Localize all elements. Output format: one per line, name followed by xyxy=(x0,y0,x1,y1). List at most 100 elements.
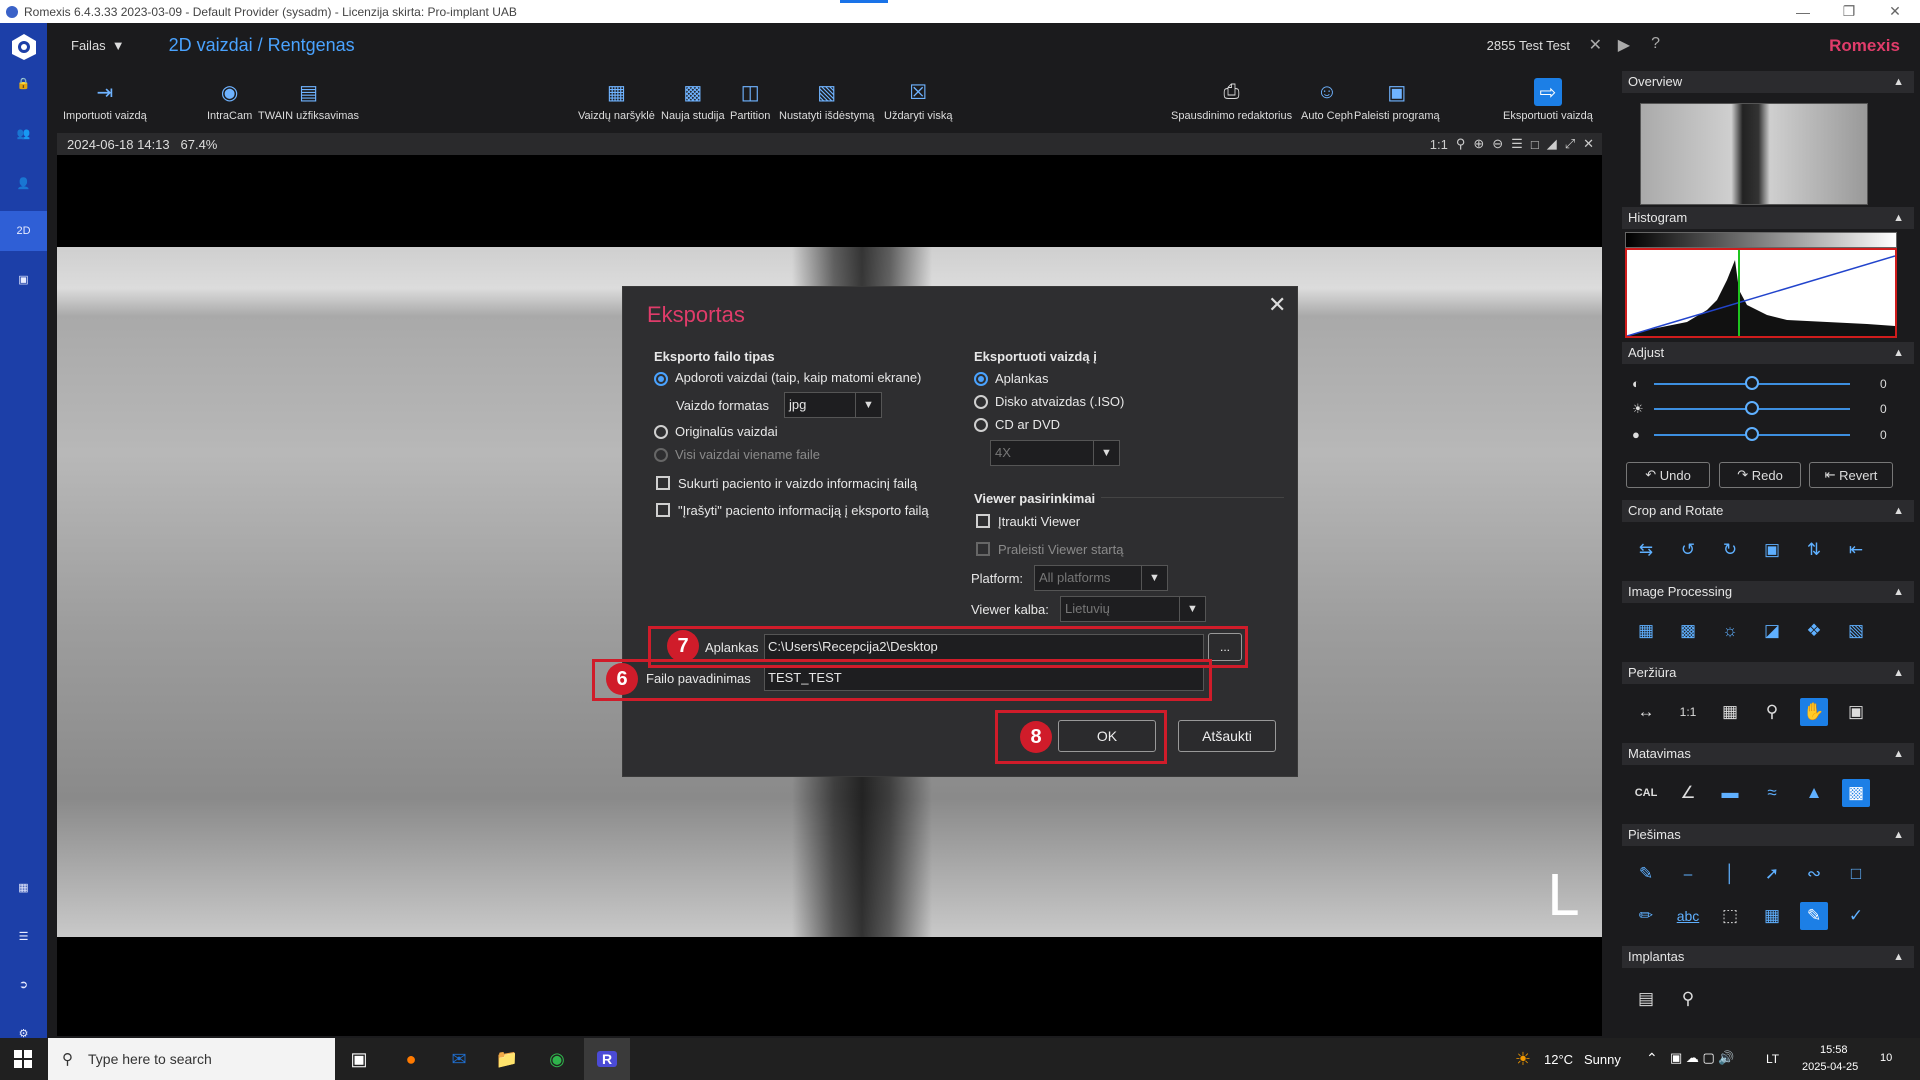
notification-badge[interactable]: 10 xyxy=(1880,1052,1892,1064)
disk-image-radio[interactable] xyxy=(974,395,988,409)
platform-select[interactable]: All platforms ▼ xyxy=(1034,565,1168,591)
invert-icon[interactable]: ◪ xyxy=(1758,617,1786,645)
close-patient-icon[interactable]: ✕ xyxy=(1589,35,1602,55)
write-patient-info-checkbox[interactable] xyxy=(656,503,670,517)
zoom-fit-icon[interactable]: ⚲ xyxy=(1456,136,1466,152)
cancel-button[interactable]: Atšaukti xyxy=(1178,720,1276,752)
close-window-icon[interactable]: ✕ xyxy=(1872,0,1918,23)
weather-icon[interactable]: ☀ xyxy=(1500,1038,1546,1080)
intracam-button[interactable]: ◉ IntraCam xyxy=(207,70,252,128)
move-selection-icon[interactable]: ▦ xyxy=(1758,902,1786,930)
revert-button[interactable]: ⇤ Revert xyxy=(1809,462,1893,488)
text-tool-button[interactable]: abc xyxy=(1674,902,1702,930)
outlook-icon[interactable]: ✉ xyxy=(436,1038,482,1080)
rectangle-icon[interactable]: □ xyxy=(1842,860,1870,888)
arrow-line-icon[interactable]: ➚ xyxy=(1758,860,1786,888)
minimize-icon[interactable]: — xyxy=(1780,0,1826,23)
tray-icons[interactable]: ▣ ☁ ▢ 🔊 xyxy=(1670,1050,1735,1066)
tray-chevron-icon[interactable]: ⌃ xyxy=(1646,1050,1658,1067)
section-overview[interactable]: Overview ▲ xyxy=(1622,71,1914,93)
highlight-icon[interactable]: ✓ xyxy=(1842,902,1870,930)
pseudo-color-icon[interactable]: ❖ xyxy=(1800,617,1828,645)
partition-button[interactable]: ◫ Partition xyxy=(730,70,770,128)
new-study-button[interactable]: ▩ Nauja studija xyxy=(661,70,725,128)
windows-start-icon[interactable] xyxy=(0,1038,46,1080)
comment-icon[interactable]: □ xyxy=(1531,137,1539,152)
section-image-processing[interactable]: Image Processing ▲ xyxy=(1622,581,1914,603)
taskbar-search[interactable]: ⚲ Type here to search xyxy=(48,1038,335,1080)
profile-icon[interactable]: ▲ xyxy=(1800,779,1828,807)
polyline-icon[interactable]: ≈ xyxy=(1758,779,1786,807)
pen-icon[interactable]: ✎ xyxy=(1632,860,1660,888)
task-view-icon[interactable]: ▣ xyxy=(336,1038,382,1080)
section-drawing[interactable]: Piešimas ▲ xyxy=(1622,824,1914,846)
close-all-button[interactable]: ☒ Uždaryti viską xyxy=(884,70,952,128)
actual-size-button[interactable]: 1:1 xyxy=(1674,698,1702,726)
romexis-taskbar-icon[interactable]: R xyxy=(584,1038,630,1080)
rotate-right-icon[interactable]: ↻ xyxy=(1716,536,1744,564)
export-image-button[interactable]: ⇨ Eksportuoti vaizdą xyxy=(1503,70,1593,128)
tree-icon[interactable]: ☰ xyxy=(0,916,47,956)
dashboard-icon[interactable]: ▦ xyxy=(0,867,47,907)
cd-dvd-radio[interactable] xyxy=(974,418,988,432)
undo-button[interactable]: ↶ Undo xyxy=(1626,462,1710,488)
app-logo-icon[interactable] xyxy=(0,29,47,65)
list-icon[interactable]: ☰ xyxy=(1511,136,1523,152)
line-vertical-icon[interactable]: │ xyxy=(1716,860,1744,888)
help-icon[interactable]: ? xyxy=(1651,35,1660,53)
implant-library-icon[interactable]: ▤ xyxy=(1632,985,1660,1013)
image-browser-button[interactable]: ▦ Vaizdų naršyklė xyxy=(578,70,655,128)
flip-horizontal-icon[interactable]: ⇆ xyxy=(1632,536,1660,564)
image-format-select[interactable]: jpg ▼ xyxy=(784,392,882,418)
gamma-knob[interactable] xyxy=(1745,427,1759,441)
flip-vertical-icon[interactable]: ⇅ xyxy=(1800,536,1828,564)
pan-hand-icon[interactable]: ✋ xyxy=(1800,698,1828,726)
zoom-in-icon[interactable]: ⊕ xyxy=(1473,136,1484,152)
section-view[interactable]: Peržiūra ▲ xyxy=(1622,662,1914,684)
logout-icon[interactable]: ➲ xyxy=(0,964,47,1004)
clock-date[interactable]: 2025-04-25 xyxy=(1802,1061,1858,1073)
crop-icon[interactable]: ▣ xyxy=(1758,536,1786,564)
processed-images-radio[interactable] xyxy=(654,372,668,386)
original-images-radio[interactable] xyxy=(654,425,668,439)
file-explorer-icon[interactable]: 📁 xyxy=(484,1038,530,1080)
file-menu[interactable]: Failas ▼ xyxy=(71,38,125,53)
create-info-file-checkbox[interactable] xyxy=(656,476,670,490)
input-language[interactable]: LT xyxy=(1766,1052,1779,1066)
section-implants[interactable]: Implantas ▲ xyxy=(1622,946,1914,968)
zoom-out-icon[interactable]: ⊖ xyxy=(1492,136,1503,152)
fit-icon[interactable]: ↔ xyxy=(1632,698,1660,726)
chrome-icon[interactable]: ◉ xyxy=(534,1038,580,1080)
lock-icon[interactable]: 🔒 xyxy=(0,73,47,93)
histogram-chart[interactable] xyxy=(1625,248,1897,338)
patient-icon[interactable]: 👤 xyxy=(0,163,47,203)
include-viewer-checkbox[interactable] xyxy=(976,514,990,528)
firefox-icon[interactable]: ● xyxy=(388,1038,434,1080)
skip-viewer-start-checkbox[interactable] xyxy=(976,542,990,556)
section-measure[interactable]: Matavimas ▲ xyxy=(1622,743,1914,765)
rotate-left-icon[interactable]: ↺ xyxy=(1674,536,1702,564)
clock-time[interactable]: 15:58 xyxy=(1820,1044,1848,1056)
sharpen-icon[interactable]: ▦ xyxy=(1632,617,1660,645)
set-layout-button[interactable]: ▧ Nustatyti išdėstymą xyxy=(779,70,874,128)
section-histogram[interactable]: Histogram ▲ xyxy=(1622,207,1914,229)
twain-button[interactable]: ▤ TWAIN užfiksavimas xyxy=(258,70,359,128)
redo-button[interactable]: ↷ Redo xyxy=(1719,462,1801,488)
contrast-knob[interactable] xyxy=(1745,376,1759,390)
line-icon[interactable]: ⎯ xyxy=(1674,860,1702,888)
calibrate-button[interactable]: CAL xyxy=(1632,779,1660,807)
expand-icon[interactable]: ⤢ xyxy=(1565,136,1575,152)
angle-icon[interactable]: ∠ xyxy=(1674,779,1702,807)
3d-icon[interactable]: ▣ xyxy=(0,259,47,299)
density-icon[interactable]: ▩ xyxy=(1842,779,1870,807)
patients-icon[interactable]: 👥 xyxy=(0,113,47,153)
one-to-one-button[interactable]: 1:1 xyxy=(1430,137,1448,152)
selection-icon[interactable]: ⬚ xyxy=(1716,902,1744,930)
import-image-button[interactable]: ⇥ Importuoti vaizdą xyxy=(63,70,147,128)
thumbnail-icon[interactable]: ▣ xyxy=(1842,698,1870,726)
folder-radio[interactable] xyxy=(974,372,988,386)
fit-window-icon[interactable]: ▦ xyxy=(1716,698,1744,726)
restore-icon[interactable]: ❐ xyxy=(1826,0,1872,23)
implant-search-icon[interactable]: ⚲ xyxy=(1674,985,1702,1013)
viewer-language-select[interactable]: Lietuvių ▼ xyxy=(1060,596,1206,622)
